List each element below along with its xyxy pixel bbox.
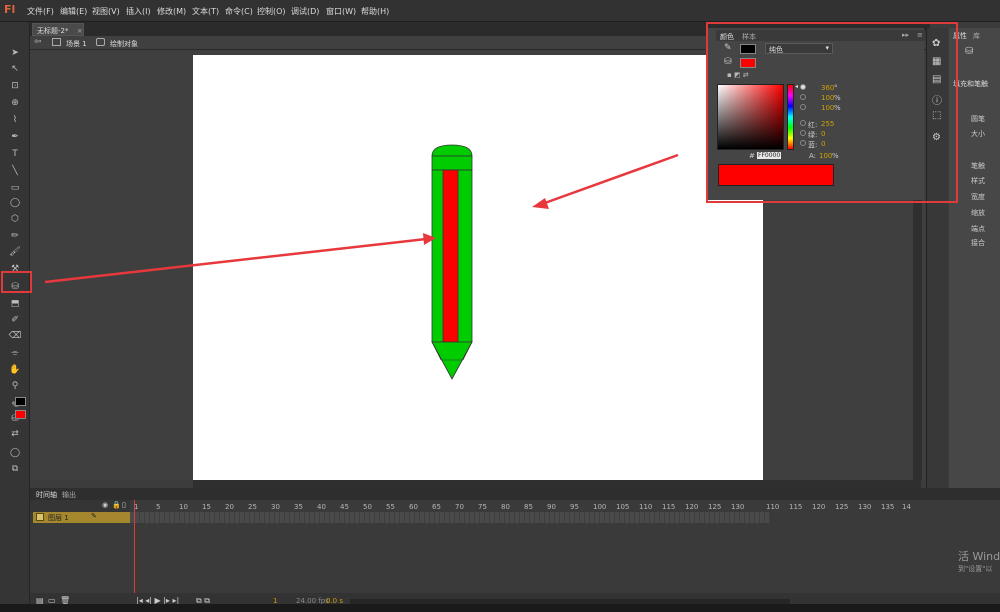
frame-number: 60 xyxy=(409,503,418,511)
prop-width: 宽度 xyxy=(971,193,985,201)
frame-number: 85 xyxy=(524,503,533,511)
frame-number: 110 xyxy=(639,503,653,511)
frame-number: 75 xyxy=(478,503,487,511)
pencil-icon: ✎ xyxy=(91,512,97,520)
frame-grid[interactable] xyxy=(130,512,770,523)
prop-join: 接合 xyxy=(971,239,985,247)
frame-number: 110 xyxy=(766,503,780,511)
frame-number: 115 xyxy=(789,503,803,511)
frame-number: 20 xyxy=(225,503,234,511)
frame-number: 50 xyxy=(363,503,372,511)
activation-watermark: 活 Wind 到"设置"以 xyxy=(958,548,1000,574)
frame-number: 5 xyxy=(156,503,161,511)
highlight-paint-bucket xyxy=(1,271,32,293)
frame-number: 80 xyxy=(501,503,510,511)
annotation-arrow-right xyxy=(532,153,679,209)
prop-misc-0: 圆笔 xyxy=(971,115,985,123)
layer-name[interactable]: 图层 1 xyxy=(48,513,69,523)
pencil-band xyxy=(431,155,473,171)
watermark-line1: 活 Wind xyxy=(958,550,1000,563)
timeline-tabs: 时间轴 输出 xyxy=(30,488,1000,500)
pencil-core xyxy=(442,169,459,343)
frame-number: 35 xyxy=(294,503,303,511)
outline-icon[interactable]: ▯ xyxy=(122,501,126,509)
frame-number: 120 xyxy=(812,503,826,511)
frame-number: 95 xyxy=(570,503,579,511)
frame-number: 30 xyxy=(271,503,280,511)
layer-row[interactable]: 图层 1 ✎ xyxy=(33,512,130,523)
watermark-line2: 到"设置"以 xyxy=(958,565,993,573)
frame-number: 120 xyxy=(685,503,699,511)
tab-timeline[interactable]: 时间轴 xyxy=(36,490,57,500)
frame-number: 14 xyxy=(902,503,911,511)
frame-number: 65 xyxy=(432,503,441,511)
pencil-cap xyxy=(431,144,473,157)
layer-icon xyxy=(36,513,44,521)
frame-number: 25 xyxy=(248,503,257,511)
pencil-drawing[interactable] xyxy=(431,144,473,380)
highlight-color-panel xyxy=(706,22,958,203)
tab-library[interactable]: 库 xyxy=(973,31,980,41)
frame-number: 125 xyxy=(708,503,722,511)
prop-stroke: 笔触 xyxy=(971,162,985,170)
frame-number: 130 xyxy=(731,503,745,511)
frame-number: 10 xyxy=(179,503,188,511)
paint-bucket-icon: ⛁ xyxy=(965,46,974,57)
frame-number: 130 xyxy=(858,503,872,511)
layer-header: ◉ 🔒 ▯ xyxy=(30,500,130,512)
timeline-panel: 时间轴 输出 ◉ 🔒 ▯ 图层 1 ✎ ▤ ▭ 🗑 |◂ ◂| ▶ |▸ ▸| … xyxy=(30,488,1000,612)
pencil-tip xyxy=(431,341,473,380)
frame-number: 105 xyxy=(616,503,630,511)
frame-number: 55 xyxy=(386,503,395,511)
eye-icon[interactable]: ◉ xyxy=(102,501,108,509)
frame-number: 90 xyxy=(547,503,556,511)
frame-number: 45 xyxy=(340,503,349,511)
frame-number: 1 xyxy=(134,503,139,511)
annotation-arrow-left xyxy=(44,233,436,284)
tab-output[interactable]: 输出 xyxy=(62,490,76,500)
prop-misc-1: 大小 xyxy=(971,130,985,138)
frame-number: 135 xyxy=(881,503,895,511)
frame-number: 125 xyxy=(835,503,849,511)
frame-number: 15 xyxy=(202,503,211,511)
frame-number: 100 xyxy=(593,503,607,511)
lock-icon[interactable]: 🔒 xyxy=(112,501,121,509)
prop-scale: 缩放 xyxy=(971,209,985,217)
section-fill-stroke[interactable]: 填充和笔触 xyxy=(953,79,988,89)
frame-number: 70 xyxy=(455,503,464,511)
prop-cap: 端点 xyxy=(971,225,985,233)
frame-number: 40 xyxy=(317,503,326,511)
windows-taskbar xyxy=(0,604,1000,612)
frame-number: 115 xyxy=(662,503,676,511)
prop-style: 样式 xyxy=(971,177,985,185)
